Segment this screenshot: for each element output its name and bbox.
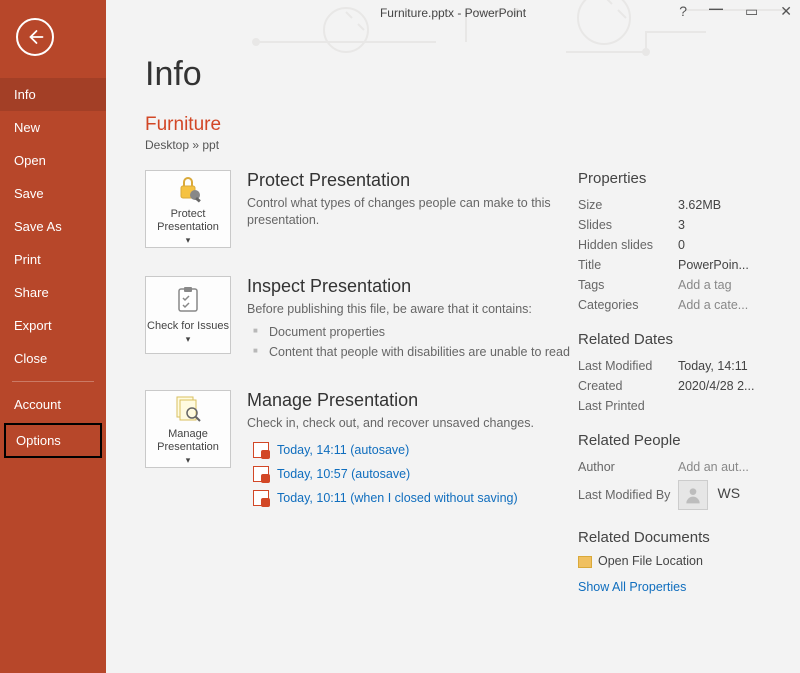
related-documents-heading: Related Documents: [578, 529, 778, 546]
inspect-bullet-1: Document properties: [247, 322, 570, 342]
powerpoint-file-icon: [253, 466, 269, 482]
prop-author-value[interactable]: Add an aut...: [678, 460, 749, 474]
protect-presentation-button[interactable]: Protect Presentation ▾: [145, 170, 231, 248]
prop-created-label: Created: [578, 379, 678, 393]
inspect-section: Check for Issues ▾ Inspect Presentation …: [145, 276, 578, 362]
inspect-title: Inspect Presentation: [247, 276, 570, 297]
prop-last-printed-label: Last Printed: [578, 399, 678, 413]
close-icon[interactable]: ✕: [780, 4, 792, 18]
version-item[interactable]: Today, 14:11 (autosave): [247, 438, 570, 462]
protect-desc: Control what types of changes people can…: [247, 195, 570, 229]
backstage-sidebar: Info New Open Save Save As Print Share E…: [0, 0, 106, 673]
page-heading: Info: [145, 55, 800, 94]
prop-title-label: Title: [578, 258, 678, 272]
prop-lmb-label: Last Modified By: [578, 488, 678, 502]
arrow-left-icon: [26, 28, 44, 46]
prop-created-value: 2020/4/28 2...: [678, 379, 754, 393]
main-content: Info Furniture Desktop » ppt Protect Pre…: [145, 55, 800, 673]
manage-desc: Check in, check out, and recover unsaved…: [247, 415, 570, 432]
sidebar-separator: [12, 381, 94, 382]
prop-last-modified-label: Last Modified: [578, 359, 678, 373]
manage-title: Manage Presentation: [247, 390, 570, 411]
folder-icon: [578, 556, 592, 568]
version-item[interactable]: Today, 10:11 (when I closed without savi…: [247, 486, 570, 510]
document-search-icon: [173, 392, 203, 424]
prop-lmb-value: WS: [678, 480, 740, 510]
inspect-desc: Before publishing this file, be aware th…: [247, 301, 570, 318]
sidebar-item-info[interactable]: Info: [0, 78, 106, 111]
prop-size-value: 3.62MB: [678, 198, 721, 212]
check-issues-button[interactable]: Check for Issues ▾: [145, 276, 231, 354]
help-icon[interactable]: ?: [679, 4, 687, 18]
sidebar-item-open[interactable]: Open: [0, 144, 106, 177]
properties-dropdown[interactable]: Properties: [578, 170, 778, 187]
sidebar-item-export[interactable]: Export: [0, 309, 106, 342]
title-bar: Furniture.pptx - PowerPoint ? — ▭ ✕: [106, 0, 800, 28]
manage-section: Manage Presentation ▾ Manage Presentatio…: [145, 390, 578, 510]
related-people-heading: Related People: [578, 432, 778, 449]
prop-size-label: Size: [578, 198, 678, 212]
version-item[interactable]: Today, 10:57 (autosave): [247, 462, 570, 486]
sidebar-item-new[interactable]: New: [0, 111, 106, 144]
document-title: Furniture: [145, 114, 800, 136]
prop-title-value[interactable]: PowerPoin...: [678, 258, 749, 272]
inspect-bullet-2: Content that people with disabilities ar…: [247, 342, 570, 362]
prop-hidden-value: 0: [678, 238, 685, 252]
prop-tags-value[interactable]: Add a tag: [678, 278, 732, 292]
manage-presentation-button[interactable]: Manage Presentation ▾: [145, 390, 231, 468]
sidebar-item-share[interactable]: Share: [0, 276, 106, 309]
prop-categories-label: Categories: [578, 298, 678, 312]
minimize-icon[interactable]: —: [709, 1, 723, 15]
sidebar-item-save[interactable]: Save: [0, 177, 106, 210]
lock-icon: [173, 172, 203, 204]
protect-section: Protect Presentation ▾ Protect Presentat…: [145, 170, 578, 248]
restore-icon[interactable]: ▭: [745, 4, 758, 18]
show-all-properties-link[interactable]: Show All Properties: [578, 580, 778, 594]
prop-author-label: Author: [578, 460, 678, 474]
prop-tags-label: Tags: [578, 278, 678, 292]
avatar-icon: [678, 480, 708, 510]
sidebar-item-options[interactable]: Options: [4, 423, 102, 458]
sidebar-item-print[interactable]: Print: [0, 243, 106, 276]
prop-slides-value: 3: [678, 218, 685, 232]
document-path: Desktop » ppt: [145, 138, 800, 152]
back-button[interactable]: [16, 18, 54, 56]
prop-categories-value[interactable]: Add a cate...: [678, 298, 748, 312]
prop-last-modified-value: Today, 14:11: [678, 359, 748, 373]
prop-hidden-label: Hidden slides: [578, 238, 678, 252]
sidebar-item-close[interactable]: Close: [0, 342, 106, 375]
window-title: Furniture.pptx - PowerPoint: [380, 6, 526, 20]
powerpoint-file-icon: [253, 490, 269, 506]
powerpoint-file-icon: [253, 442, 269, 458]
protect-title: Protect Presentation: [247, 170, 570, 191]
related-dates-heading: Related Dates: [578, 331, 778, 348]
prop-slides-label: Slides: [578, 218, 678, 232]
sidebar-item-save-as[interactable]: Save As: [0, 210, 106, 243]
sidebar-item-account[interactable]: Account: [0, 388, 106, 421]
checklist-icon: [174, 284, 202, 316]
open-file-location-link[interactable]: Open File Location: [578, 554, 778, 568]
